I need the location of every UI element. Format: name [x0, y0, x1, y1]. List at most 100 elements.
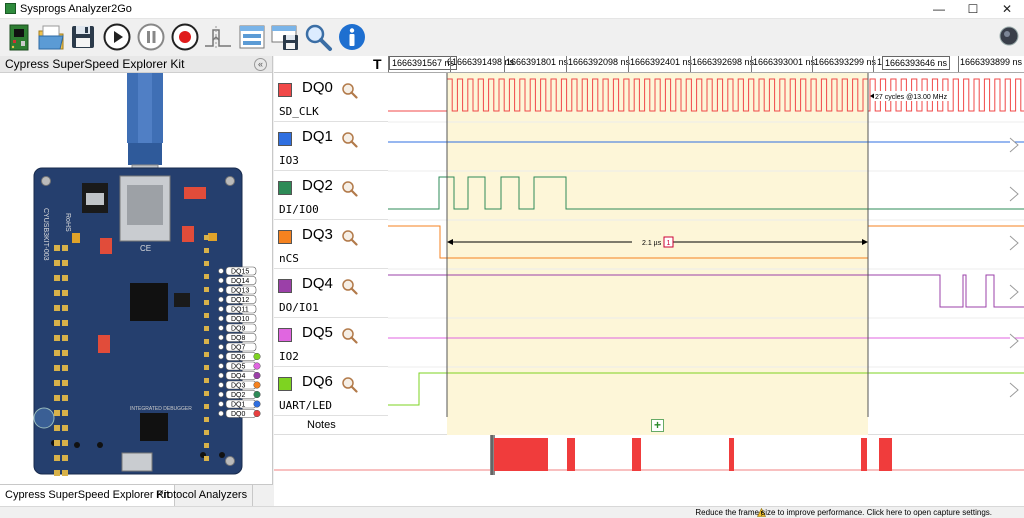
header-pin	[62, 320, 68, 326]
board-icon[interactable]	[4, 22, 34, 52]
pin-dot	[218, 268, 224, 274]
header-pin	[204, 287, 209, 292]
collapse-panel-button[interactable]: «	[254, 58, 267, 71]
debugger-chip	[140, 413, 168, 441]
close-button[interactable]: ✕	[990, 0, 1024, 19]
zoom-icon[interactable]	[303, 22, 333, 52]
pin-label[interactable]: DQ0	[231, 411, 246, 418]
trigger-column-label[interactable]: T	[373, 56, 382, 73]
channel-header: T	[274, 56, 388, 73]
channel-color-swatch[interactable]	[278, 181, 292, 195]
channel-color-swatch[interactable]	[278, 377, 292, 391]
pin-label[interactable]: DQ14	[231, 278, 249, 285]
header-pin	[62, 410, 68, 416]
magnifier-icon[interactable]	[341, 327, 358, 344]
channel-name: DQ2	[302, 177, 333, 194]
channel-color-swatch[interactable]	[278, 328, 292, 342]
pin-label[interactable]: DQ5	[231, 364, 246, 371]
channel-row-dq1[interactable]: DQ1 IO3	[274, 122, 388, 171]
waveform-view[interactable]: 2.1 µs 1 27 cycles @13.00 MHz	[388, 73, 1024, 417]
header-pin	[54, 320, 60, 326]
pin-label[interactable]: DQ6	[231, 354, 246, 361]
channel-row-dq5[interactable]: DQ5 IO2	[274, 318, 388, 367]
pin-dot	[218, 363, 224, 369]
duration-tag[interactable]: 1	[667, 240, 671, 247]
pin-dot	[218, 410, 224, 417]
overview-activity-block	[861, 438, 867, 471]
pin-label[interactable]: DQ7	[231, 345, 246, 352]
ruler-tick-label: 1666391801 ns	[506, 57, 569, 67]
capture-overview[interactable]	[274, 435, 1024, 506]
info-icon[interactable]	[337, 22, 367, 52]
pin-label[interactable]: DQ15	[231, 269, 249, 276]
channel-color-swatch[interactable]	[278, 83, 292, 97]
header-pin	[54, 395, 60, 401]
pin-label[interactable]: DQ10	[231, 316, 249, 323]
add-note-button[interactable]: +	[651, 419, 664, 432]
micro-usb-connector	[121, 452, 153, 472]
tab-explorer-kit[interactable]: Cypress SuperSpeed Explorer Kit	[0, 485, 176, 507]
channel-row-dq6[interactable]: DQ6 UART/LED	[274, 367, 388, 416]
header-pin	[54, 260, 60, 266]
right-cursor-time[interactable]: 1666393646 ns	[882, 56, 951, 70]
pin-dot	[218, 325, 224, 331]
row-expand-icon[interactable]	[1009, 333, 1019, 349]
pin-label[interactable]: DQ12	[231, 297, 249, 304]
magnifier-icon[interactable]	[341, 180, 358, 197]
pin-dot	[218, 334, 224, 341]
header-pin	[62, 335, 68, 341]
pin-label[interactable]: DQ3	[231, 383, 246, 390]
magnifier-icon[interactable]	[341, 82, 358, 99]
pause-icon[interactable]	[136, 22, 166, 52]
layout-icon[interactable]	[237, 22, 267, 52]
header-pin	[54, 455, 60, 461]
pin-label[interactable]: DQ8	[231, 335, 246, 342]
save-layout-icon[interactable]	[270, 22, 300, 52]
magnifier-icon[interactable]	[341, 131, 358, 148]
magnifier-icon[interactable]	[341, 376, 358, 393]
open-icon[interactable]	[36, 22, 66, 52]
header-pin	[54, 410, 60, 416]
channel-color-swatch[interactable]	[278, 132, 292, 146]
save-icon[interactable]	[68, 22, 98, 52]
header-pin	[204, 339, 209, 344]
pin-label[interactable]: DQ2	[231, 392, 246, 399]
channel-row-dq3[interactable]: DQ3 nCS	[274, 220, 388, 269]
maximize-button[interactable]: ☐	[956, 0, 990, 19]
pin-label[interactable]: DQ13	[231, 288, 249, 295]
channel-signal-name: DI/IO0	[279, 203, 319, 216]
row-expand-icon[interactable]	[1009, 284, 1019, 300]
row-expand-icon[interactable]	[1009, 137, 1019, 153]
play-icon[interactable]	[102, 22, 132, 52]
pin-dot	[218, 372, 224, 379]
magnifier-icon[interactable]	[341, 278, 358, 295]
tab-protocol-analyzers[interactable]: Protocol Analyzers	[151, 485, 254, 507]
channel-row-dq2[interactable]: DQ2 DI/IO0	[274, 171, 388, 220]
header-pin	[54, 335, 60, 341]
row-expand-icon[interactable]	[1009, 186, 1019, 202]
channel-row-dq0[interactable]: DQ0 SD_CLK	[274, 73, 388, 122]
channel-color-swatch[interactable]	[278, 230, 292, 244]
row-expand-icon[interactable]	[1009, 235, 1019, 251]
pin-label[interactable]: DQ9	[231, 326, 246, 333]
pin-label[interactable]: DQ1	[231, 402, 246, 409]
trigger-icon[interactable]	[203, 22, 233, 52]
header-pin	[54, 350, 60, 356]
header-pin	[204, 443, 209, 448]
integrated-debugger-text: INTEGRATED DEBUGGER	[130, 406, 192, 412]
ruler-extra-right: 1	[877, 57, 883, 67]
duration-label: 2.1 µs	[642, 240, 662, 247]
channel-color-swatch[interactable]	[278, 279, 292, 293]
record-icon[interactable]	[170, 22, 200, 52]
pin-label[interactable]: DQ4	[231, 373, 246, 380]
status-indicator-icon[interactable]	[998, 25, 1020, 47]
left-tab-bar: Cypress SuperSpeed Explorer Kit Protocol…	[0, 484, 273, 507]
row-expand-icon[interactable]	[1009, 382, 1019, 398]
pin-label[interactable]: DQ11	[231, 307, 249, 314]
fx3-chip	[130, 283, 168, 321]
channel-row-dq4[interactable]: DQ4 DO/IO1	[274, 269, 388, 318]
status-message[interactable]: Reduce the frame size to improve perform…	[695, 507, 992, 518]
minimize-button[interactable]: —	[922, 0, 956, 19]
magnifier-icon[interactable]	[341, 229, 358, 246]
time-ruler[interactable]: 1666391567 ns 6 1666391498 ns 1666391801…	[388, 56, 1024, 73]
